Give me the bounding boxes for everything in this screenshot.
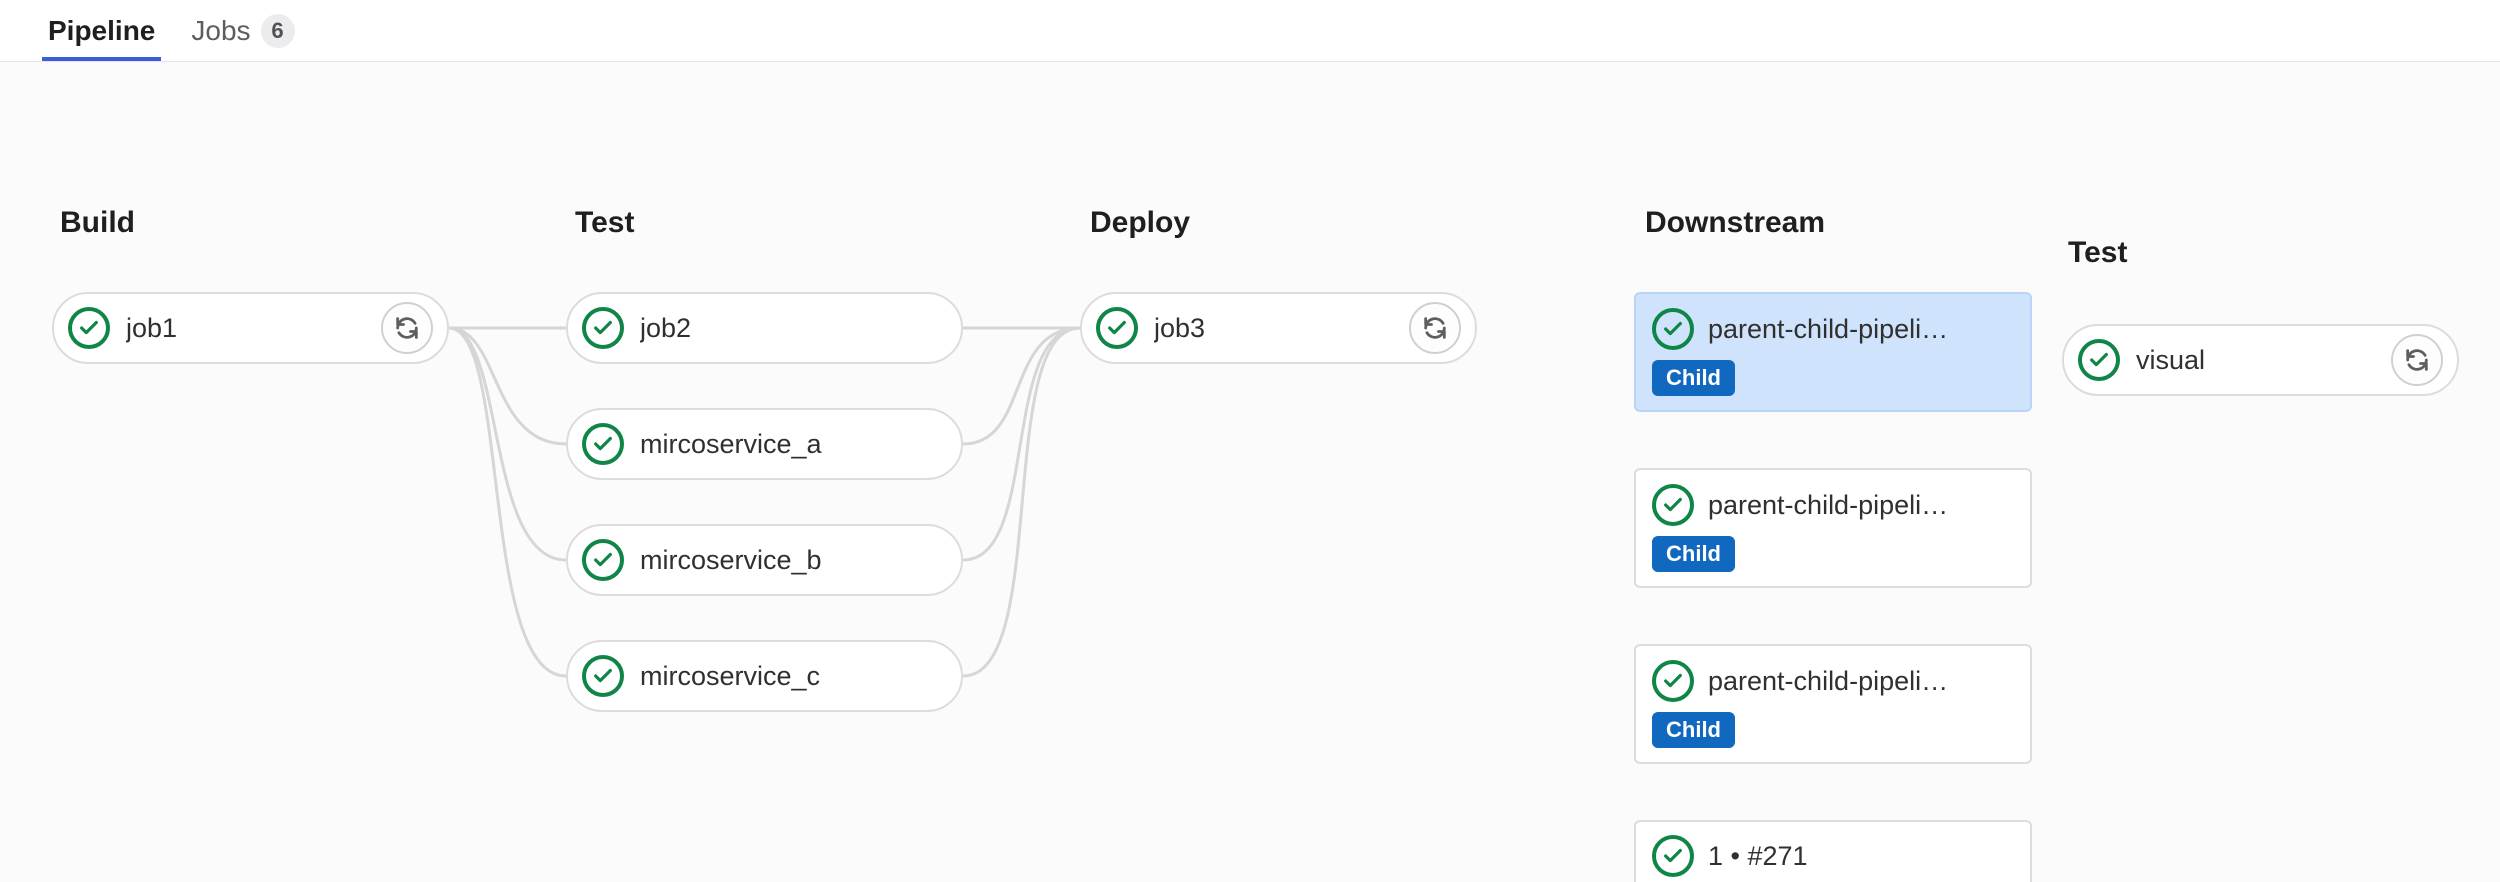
success-icon xyxy=(1652,660,1694,702)
job-label: mircoservice_a xyxy=(640,429,947,460)
job-mircoservice-b[interactable]: mircoservice_b xyxy=(566,524,963,596)
success-icon xyxy=(1096,307,1138,349)
pipeline-connectors xyxy=(0,62,2500,882)
pipeline-canvas: Build Test Deploy Downstream Test job1 j… xyxy=(0,62,2500,882)
success-icon xyxy=(1652,308,1694,350)
downstream-card-3[interactable]: 1 • #271 xyxy=(1634,820,2032,882)
job-label: job1 xyxy=(126,313,365,344)
retry-icon xyxy=(2403,346,2431,374)
success-icon xyxy=(582,539,624,581)
success-icon xyxy=(1652,484,1694,526)
retry-button[interactable] xyxy=(1409,302,1461,354)
retry-button[interactable] xyxy=(2391,334,2443,386)
downstream-name: parent-child-pipeli… xyxy=(1708,490,2014,521)
stage-title-test: Test xyxy=(575,206,634,240)
downstream-name: 1 • #271 xyxy=(1708,841,2014,872)
downstream-name: parent-child-pipeli… xyxy=(1708,666,2014,697)
job-mircoservice-c[interactable]: mircoservice_c xyxy=(566,640,963,712)
child-badge: Child xyxy=(1652,536,1735,572)
child-badge: Child xyxy=(1652,712,1735,748)
job-job1[interactable]: job1 xyxy=(52,292,449,364)
job-job2[interactable]: job2 xyxy=(566,292,963,364)
downstream-card-0[interactable]: parent-child-pipeli… Child xyxy=(1634,292,2032,412)
tab-bar: Pipeline Jobs 6 xyxy=(0,0,2500,62)
downstream-card-2[interactable]: parent-child-pipeli… Child xyxy=(1634,644,2032,764)
tab-jobs-label: Jobs xyxy=(191,15,250,47)
retry-icon xyxy=(393,314,421,342)
downstream-card-1[interactable]: parent-child-pipeli… Child xyxy=(1634,468,2032,588)
stage-title-deploy: Deploy xyxy=(1090,206,1190,240)
success-icon xyxy=(1652,835,1694,877)
tab-jobs-count: 6 xyxy=(261,14,295,48)
retry-icon xyxy=(1421,314,1449,342)
job-mircoservice-a[interactable]: mircoservice_a xyxy=(566,408,963,480)
child-badge: Child xyxy=(1652,360,1735,396)
stage-title-test-2: Test xyxy=(2068,236,2127,270)
job-label: job2 xyxy=(640,313,947,344)
job-label: job3 xyxy=(1154,313,1393,344)
success-icon xyxy=(582,423,624,465)
job-label: mircoservice_b xyxy=(640,545,947,576)
success-icon xyxy=(582,307,624,349)
retry-button[interactable] xyxy=(381,302,433,354)
success-icon xyxy=(582,655,624,697)
job-label: mircoservice_c xyxy=(640,661,947,692)
job-job3[interactable]: job3 xyxy=(1080,292,1477,364)
tab-pipeline-label: Pipeline xyxy=(48,15,155,47)
job-label: visual xyxy=(2136,345,2375,376)
tab-pipeline[interactable]: Pipeline xyxy=(42,0,161,61)
downstream-name: parent-child-pipeli… xyxy=(1708,314,2014,345)
tab-jobs[interactable]: Jobs 6 xyxy=(185,0,300,61)
stage-title-downstream: Downstream xyxy=(1645,206,1825,240)
job-visual[interactable]: visual xyxy=(2062,324,2459,396)
success-icon xyxy=(68,307,110,349)
stage-title-build: Build xyxy=(60,206,135,240)
success-icon xyxy=(2078,339,2120,381)
